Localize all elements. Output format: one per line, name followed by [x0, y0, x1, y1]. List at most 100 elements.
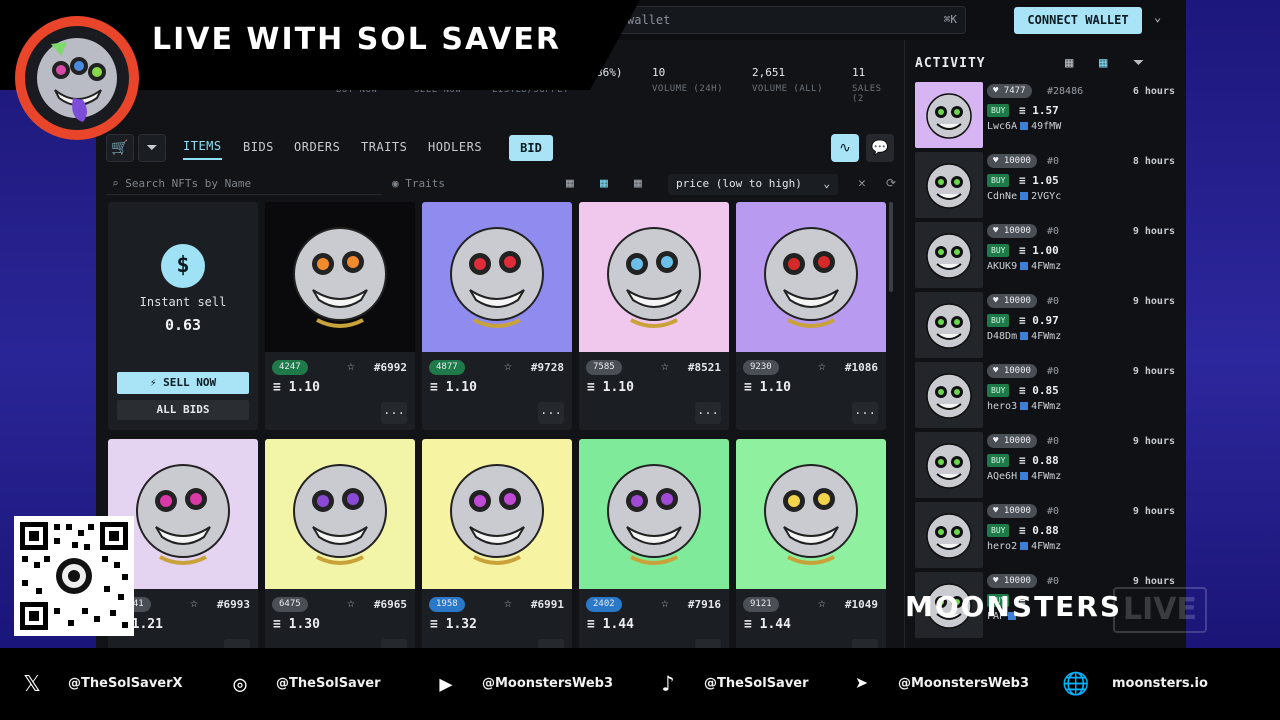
- list-view-icon[interactable]: ▦: [1065, 55, 1073, 71]
- star-icon[interactable]: ☆: [347, 359, 355, 374]
- likes-count: 10000: [1003, 436, 1031, 446]
- bid-button[interactable]: BID: [509, 135, 553, 161]
- likes-badge: 6475: [272, 597, 308, 612]
- activity-thumbnail[interactable]: [915, 82, 983, 148]
- sol-icon: ≡: [1019, 524, 1033, 537]
- star-icon[interactable]: ☆: [661, 359, 669, 374]
- filter-bar: ⌕ Search NFTs by Name ◉ Traits ▦ ▦ ▦ pri…: [106, 174, 896, 196]
- activity-to[interactable]: 4FWmz: [1031, 401, 1061, 412]
- activity-thumbnail[interactable]: [915, 362, 983, 428]
- activity-thumbnail[interactable]: [915, 292, 983, 358]
- tab-items[interactable]: ITEMS: [183, 139, 222, 160]
- arrow-right-icon: [1020, 192, 1029, 200]
- more-options-button[interactable]: ...: [538, 639, 564, 648]
- filter-icon[interactable]: ⏷: [1133, 55, 1144, 71]
- nft-card[interactable]: 7585 ☆ #8521 ≡ 1.10...: [579, 202, 729, 430]
- grid-scrollbar[interactable]: [889, 202, 893, 292]
- chevron-down-icon[interactable]: ⌄: [1154, 10, 1161, 24]
- nft-image[interactable]: [422, 202, 572, 352]
- activity-to[interactable]: 4FWmz: [1031, 331, 1061, 342]
- nft-image[interactable]: [579, 439, 729, 589]
- nft-card[interactable]: 9121 ☆ #1049 ≡ 1.44...: [736, 439, 886, 648]
- activity-thumbnail[interactable]: [915, 432, 983, 498]
- tab-hodlers[interactable]: HODLERS: [428, 140, 482, 154]
- activity-from[interactable]: AKUK9: [987, 261, 1017, 272]
- activity-row[interactable]: ♥ 10000 #0 9 hours BUY ≡ 1.00 AKUK9 4FWmz: [915, 220, 1185, 288]
- activity-row[interactable]: ♥ 10000 #0 9 hours BUY ≡ 0.88 hero2 4FWmz: [915, 500, 1185, 568]
- activity-from[interactable]: Lwc6A: [987, 121, 1017, 132]
- activity-from[interactable]: hero2: [987, 541, 1017, 552]
- arrow-right-icon: [1020, 332, 1029, 340]
- more-options-button[interactable]: ...: [852, 402, 878, 424]
- nft-card[interactable]: 6475 ☆ #6965 ≡ 1.30...: [265, 439, 415, 648]
- grid-medium-icon[interactable]: ▦: [600, 176, 608, 191]
- activity-to[interactable]: 49fMW: [1031, 121, 1061, 132]
- sell-now-button[interactable]: ⚡ SELL NOW: [117, 372, 249, 394]
- activity-chart-icon[interactable]: ∿: [831, 134, 859, 162]
- activity-from[interactable]: D48Dm: [987, 331, 1017, 342]
- grid-view-icon[interactable]: ▦: [1099, 55, 1107, 71]
- sort-select[interactable]: price (low to high) ⌄: [668, 174, 838, 195]
- activity-action-badge: BUY: [987, 104, 1010, 117]
- close-icon[interactable]: ✕: [858, 176, 866, 191]
- all-bids-button[interactable]: ALL BIDS: [117, 400, 249, 420]
- grid-large-icon[interactable]: ▦: [566, 176, 574, 191]
- more-options-button[interactable]: ...: [538, 402, 564, 424]
- activity-row[interactable]: ♥ 10000 #0 9 hours BUY ≡ 0.85 hero3 4FWmz: [915, 360, 1185, 428]
- more-options-button[interactable]: ...: [381, 639, 407, 648]
- activity-time: 9 hours: [1132, 296, 1175, 307]
- nft-image[interactable]: [736, 439, 886, 589]
- activity-to[interactable]: 4FWmz: [1031, 261, 1061, 272]
- global-search-input[interactable]: wallet ⌘K: [616, 6, 966, 34]
- nft-card[interactable]: 1958 ☆ #6991 ≡ 1.32...: [422, 439, 572, 648]
- star-icon[interactable]: ☆: [818, 359, 826, 374]
- star-icon[interactable]: ☆: [347, 596, 355, 611]
- activity-row[interactable]: ♥ 10000 #0 9 hours BUY ≡ 0.88 AQe6H 4FWmz: [915, 430, 1185, 498]
- activity-from[interactable]: AQe6H: [987, 471, 1017, 482]
- star-icon[interactable]: ☆: [504, 359, 512, 374]
- sol-icon: ≡: [1019, 384, 1033, 397]
- activity-thumbnail[interactable]: [915, 152, 983, 218]
- refresh-icon[interactable]: ⟳: [886, 176, 896, 190]
- nft-card[interactable]: 2402 ☆ #7916 ≡ 1.44...: [579, 439, 729, 648]
- activity-row[interactable]: ♥ 7477 #28486 6 hours BUY ≡ 1.57 Lwc6A 49fMW: [915, 80, 1185, 148]
- star-icon[interactable]: ☆: [504, 596, 512, 611]
- activity-from[interactable]: CdnNe: [987, 191, 1017, 202]
- grid-small-icon[interactable]: ▦: [634, 176, 642, 191]
- nft-search-input[interactable]: ⌕ Search NFTs by Name: [106, 174, 382, 195]
- activity-row[interactable]: ♥ 10000 #0 8 hours BUY ≡ 1.05 CdnNe 2VGYc: [915, 150, 1185, 218]
- traits-filter[interactable]: ◉ Traits: [392, 177, 445, 190]
- more-options-button[interactable]: ...: [852, 639, 878, 648]
- activity-row[interactable]: ♥ 10000 #0 9 hours BUY ≡ 0.97 D48Dm 4FWmz: [915, 290, 1185, 358]
- more-options-button[interactable]: ...: [695, 639, 721, 648]
- activity-nft-id: #28486: [1047, 86, 1084, 97]
- tab-traits[interactable]: TRAITS: [361, 140, 407, 154]
- more-options-button[interactable]: ...: [695, 402, 721, 424]
- activity-to[interactable]: 2VGYc: [1031, 191, 1061, 202]
- activity-to[interactable]: 4FWmz: [1031, 541, 1061, 552]
- nft-image[interactable]: [579, 202, 729, 352]
- arrow-right-icon: [1020, 402, 1029, 410]
- activity-thumbnail[interactable]: [915, 222, 983, 288]
- tab-bids[interactable]: BIDS: [243, 140, 274, 154]
- nft-image[interactable]: [265, 439, 415, 589]
- star-icon[interactable]: ☆: [661, 596, 669, 611]
- nft-image[interactable]: [422, 439, 572, 589]
- activity-to[interactable]: 4FWmz: [1031, 471, 1061, 482]
- nft-image[interactable]: [736, 202, 886, 352]
- nft-card[interactable]: 4247 ☆ #6992 ≡ 1.10...: [265, 202, 415, 430]
- connect-wallet-button[interactable]: CONNECT WALLET: [1014, 7, 1142, 34]
- nft-card[interactable]: 9230 ☆ #1086 ≡ 1.10...: [736, 202, 886, 430]
- tab-orders[interactable]: ORDERS: [294, 140, 340, 154]
- filter-icon[interactable]: ⏷: [138, 134, 166, 162]
- activity-thumbnail[interactable]: [915, 502, 983, 568]
- more-options-button[interactable]: ...: [381, 402, 407, 424]
- nft-card[interactable]: 4877 ☆ #9728 ≡ 1.10...: [422, 202, 572, 430]
- more-options-button[interactable]: ...: [224, 639, 250, 648]
- star-icon[interactable]: ☆: [190, 596, 198, 611]
- cart-icon[interactable]: 🛒: [106, 134, 134, 162]
- nft-image[interactable]: [265, 202, 415, 352]
- star-icon[interactable]: ☆: [818, 596, 826, 611]
- chat-icon[interactable]: 💬: [866, 134, 894, 162]
- activity-from[interactable]: hero3: [987, 401, 1017, 412]
